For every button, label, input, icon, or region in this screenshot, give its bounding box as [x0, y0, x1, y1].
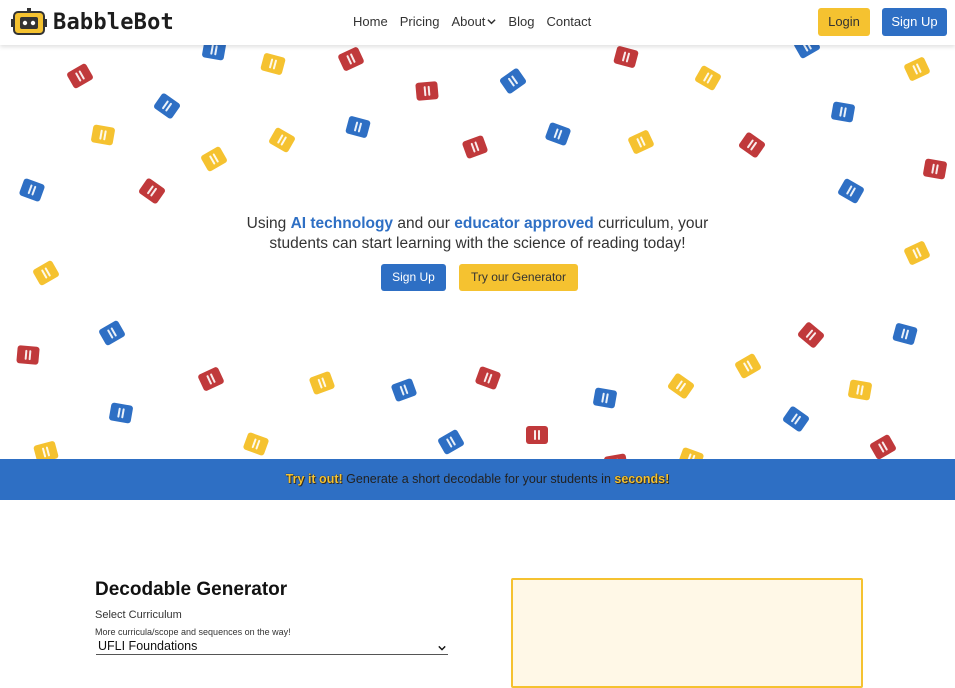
robot-logo-icon [11, 8, 47, 35]
book-icon [461, 134, 489, 160]
chevron-down-icon [438, 645, 446, 651]
brand-name: BabbleBot [53, 9, 175, 35]
generator-title: Decodable Generator [95, 579, 288, 600]
book-icon [90, 124, 116, 146]
book-icon [677, 446, 705, 459]
curriculum-select[interactable]: UFLI Foundations [96, 639, 448, 655]
book-icon [197, 366, 225, 392]
book-icon [693, 64, 723, 92]
book-icon [436, 428, 466, 456]
curriculum-label: Select Curriculum [95, 609, 182, 621]
book-icon [868, 433, 898, 459]
hero-line-2: students can start learning with the sci… [269, 235, 686, 252]
book-icon [337, 46, 365, 72]
book-icon [903, 56, 931, 82]
main-nav: Home Pricing About Blog Contact [353, 14, 591, 29]
book-icon [737, 131, 767, 159]
hero-tagline: Using AI technology and our educator app… [0, 214, 955, 254]
book-icon [474, 365, 502, 391]
book-icon [345, 115, 371, 139]
promo-banner: Try it out! Generate a short decodable f… [0, 459, 955, 500]
nav-contact[interactable]: Contact [546, 14, 591, 29]
book-icon [152, 92, 182, 120]
signup-button[interactable]: Sign Up [882, 8, 947, 36]
book-icon [415, 81, 439, 101]
book-icon [108, 402, 134, 424]
book-icon [18, 177, 46, 203]
book-icon [733, 352, 763, 380]
hero-line-1: Using AI technology and our educator app… [246, 215, 709, 232]
book-icon [137, 177, 167, 205]
book-icon [390, 377, 418, 403]
banner-seconds: seconds! [614, 472, 670, 486]
banner-text: Generate a short decodable for your stud… [342, 472, 615, 486]
book-icon [830, 101, 856, 123]
nav-about[interactable]: About [451, 14, 497, 29]
book-icon [613, 45, 639, 69]
decodable-output-panel [511, 578, 863, 688]
highlight-ai: AI technology [290, 215, 394, 232]
book-icon [498, 67, 528, 95]
book-icon [308, 370, 336, 396]
banner-try-it: Try it out! [285, 472, 343, 486]
logo[interactable]: BabbleBot [11, 8, 174, 36]
book-icon [627, 129, 655, 155]
book-icon [892, 322, 918, 346]
navbar: BabbleBot Home Pricing About Blog Contac… [0, 0, 955, 45]
book-icon [33, 440, 59, 459]
book-icon [796, 321, 826, 349]
book-icon [260, 52, 286, 76]
book-icon [16, 345, 40, 365]
hero-section: Using AI technology and our educator app… [0, 45, 955, 459]
book-icon [836, 177, 866, 205]
book-icon [922, 158, 948, 180]
curriculum-selected: UFLI Foundations [98, 639, 198, 653]
book-icon [847, 379, 873, 401]
book-icon [199, 145, 229, 173]
book-icon [544, 121, 572, 147]
book-icon [592, 387, 618, 409]
nav-blog[interactable]: Blog [508, 14, 534, 29]
book-icon [666, 372, 696, 400]
curriculum-note: More curricula/scope and sequences on th… [95, 627, 291, 637]
book-icon [242, 431, 270, 457]
book-icon [31, 259, 61, 287]
login-button[interactable]: Login [818, 8, 870, 36]
book-icon [781, 405, 811, 433]
try-generator-button[interactable]: Try our Generator [459, 264, 578, 291]
hero-signup-button[interactable]: Sign Up [381, 264, 446, 291]
nav-about-label: About [451, 14, 486, 29]
book-icon [526, 426, 548, 444]
book-icon [267, 126, 297, 154]
book-icon [201, 45, 227, 61]
book-icon [65, 62, 95, 90]
highlight-educator: educator approved [454, 215, 594, 232]
nav-home[interactable]: Home [353, 14, 388, 29]
chevron-down-icon [487, 19, 497, 25]
book-icon [792, 45, 822, 60]
nav-pricing[interactable]: Pricing [400, 14, 440, 29]
book-icon [97, 319, 127, 347]
